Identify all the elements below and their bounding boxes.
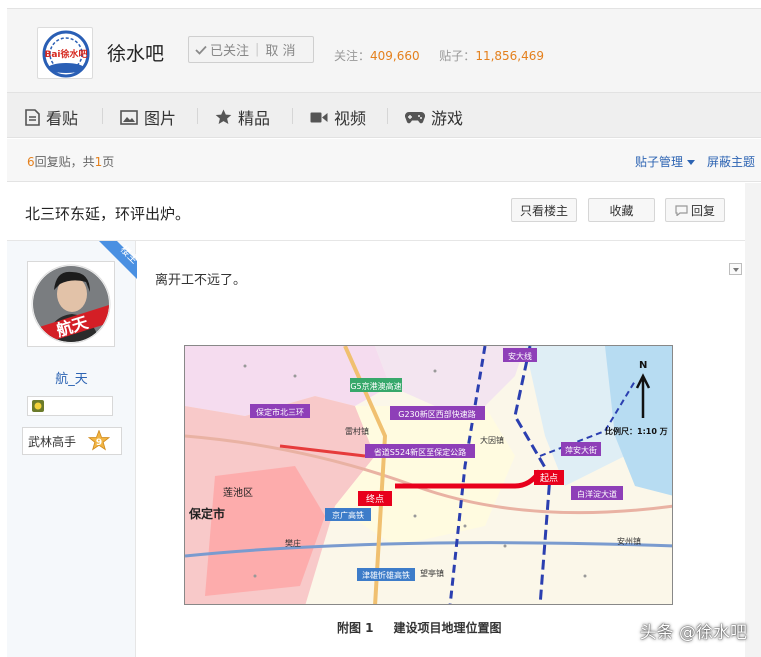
svg-text:G5京港澳高速: G5京港澳高速	[350, 381, 401, 391]
tab-images-label: 图片	[144, 109, 177, 128]
caption-text: 建设项目地理位置图	[393, 621, 502, 635]
follow-count: 409,660	[370, 49, 420, 63]
svg-text:N: N	[639, 360, 647, 371]
star-icon	[215, 109, 232, 124]
svg-text:保定市北三环: 保定市北三环	[256, 407, 304, 417]
tab-games[interactable]: 游戏	[405, 105, 463, 129]
location-map-image[interactable]: G5京港澳高速 G230新区西部快速路 保定市北三环 省道S524新区至保定公路…	[184, 345, 673, 605]
page-scrollbar[interactable]	[745, 183, 761, 657]
tab-video[interactable]: 视频	[310, 105, 366, 129]
svg-text:京广高铁: 京广高铁	[332, 510, 364, 520]
comment-icon	[675, 204, 688, 216]
forum-name[interactable]: 徐水吧	[107, 39, 164, 66]
author-name[interactable]: 航_天	[7, 368, 136, 387]
svg-text:起点: 起点	[540, 473, 558, 484]
level-star-icon: 9	[88, 430, 111, 451]
svg-text:安州镇: 安州镇	[617, 536, 641, 546]
badge-icon[interactable]	[31, 399, 45, 413]
map-caption: 附图 1 建设项目地理位置图	[337, 619, 502, 636]
watermark: 头条 @徐水吧	[639, 623, 747, 643]
svg-text:津雄忻雄高铁: 津雄忻雄高铁	[362, 570, 410, 580]
follow-divider: |	[255, 42, 260, 57]
svg-text:白洋淀大道: 白洋淀大道	[577, 489, 617, 499]
svg-text:省道S524新区至保定公路: 省道S524新区至保定公路	[374, 447, 466, 457]
tab-featured-label: 精品	[238, 109, 271, 128]
svg-text:望亭镇: 望亭镇	[420, 568, 444, 578]
video-icon	[310, 112, 328, 122]
post-count: 11,856,469	[475, 49, 545, 63]
level-badge[interactable]: 武林高手 9	[22, 427, 122, 455]
follow-count-label: 关注：	[334, 49, 371, 63]
document-icon	[25, 108, 40, 126]
level-title: 武林高手	[28, 434, 77, 449]
post-menu-toggle[interactable]	[729, 263, 742, 275]
post-content: 离开工不远了。 G5京港澳高速 G230新区西部快速路 保定市北三环 省道S52…	[137, 241, 745, 657]
follow-label: 已关注	[210, 44, 250, 59]
avatar[interactable]: 航天	[27, 261, 115, 347]
only-op-button[interactable]: 只看楼主	[511, 198, 577, 222]
post-title-row: 北三环东延，环评出炉。 只看楼主 收藏 回复	[7, 183, 745, 241]
forum-nav: 看贴 图片 精品 视频 游戏	[7, 92, 761, 138]
tab-games-label: 游戏	[431, 109, 464, 128]
svg-text:安大线: 安大线	[508, 351, 532, 361]
post-text: 离开工不远了。	[155, 273, 247, 288]
follow-button[interactable]: 已关注 | 取 消	[188, 36, 314, 63]
svg-text:萍安大街: 萍安大街	[565, 445, 597, 455]
block-thread-link[interactable]: 屏蔽主题	[707, 153, 755, 170]
thread-info-bar: 6回复贴，共1页 贴子管理 屏蔽主题	[7, 139, 761, 182]
favorite-button[interactable]: 收藏	[588, 198, 655, 222]
forum-stats: 关注：409,660 贴子：11,856,469	[334, 47, 544, 64]
image-icon	[120, 109, 138, 125]
tab-video-label: 视频	[334, 109, 367, 128]
post-title: 北三环东延，环评出炉。	[25, 205, 191, 223]
tab-images[interactable]: 图片	[120, 105, 176, 129]
level-number: 9	[96, 438, 102, 448]
author-panel: 楼主 航天 航_天 武林高手 9	[7, 241, 143, 657]
caption-number: 附图 1	[337, 621, 374, 635]
tab-posts-label: 看贴	[46, 109, 79, 128]
svg-text:终点: 终点	[366, 493, 384, 505]
checkmark-icon	[195, 45, 207, 55]
logo-text: Bai徐水吧	[44, 48, 87, 60]
author-badges	[27, 396, 113, 416]
tab-posts[interactable]: 看贴	[25, 105, 78, 129]
reply-button[interactable]: 回复	[665, 198, 725, 222]
svg-text:樊庄: 樊庄	[285, 538, 301, 548]
forum-header: Bai徐水吧 徐水吧 已关注 | 取 消 关注：409,660 贴子：11,85…	[7, 8, 761, 92]
reply-label: 回复	[690, 203, 715, 218]
svg-text:莲池区: 莲池区	[223, 486, 253, 499]
reply-count: 6回复贴，共1页	[27, 155, 115, 169]
gamepad-icon	[405, 111, 425, 123]
svg-text:G230新区西部快速路: G230新区西部快速路	[398, 409, 475, 419]
svg-text:保定市: 保定市	[188, 506, 225, 521]
unfollow-link[interactable]: 取 消	[265, 40, 295, 59]
svg-text:雷村镇: 雷村镇	[345, 426, 369, 436]
forum-logo[interactable]: Bai徐水吧	[37, 27, 93, 79]
post-manage-menu[interactable]: 贴子管理	[635, 153, 695, 170]
tab-featured[interactable]: 精品	[215, 105, 270, 129]
chevron-down-icon	[686, 160, 695, 165]
post-count-label: 贴子：	[439, 49, 476, 63]
svg-text:比例尺：1:10 万: 比例尺：1:10 万	[605, 426, 668, 436]
svg-text:大因镇: 大因镇	[480, 435, 504, 445]
